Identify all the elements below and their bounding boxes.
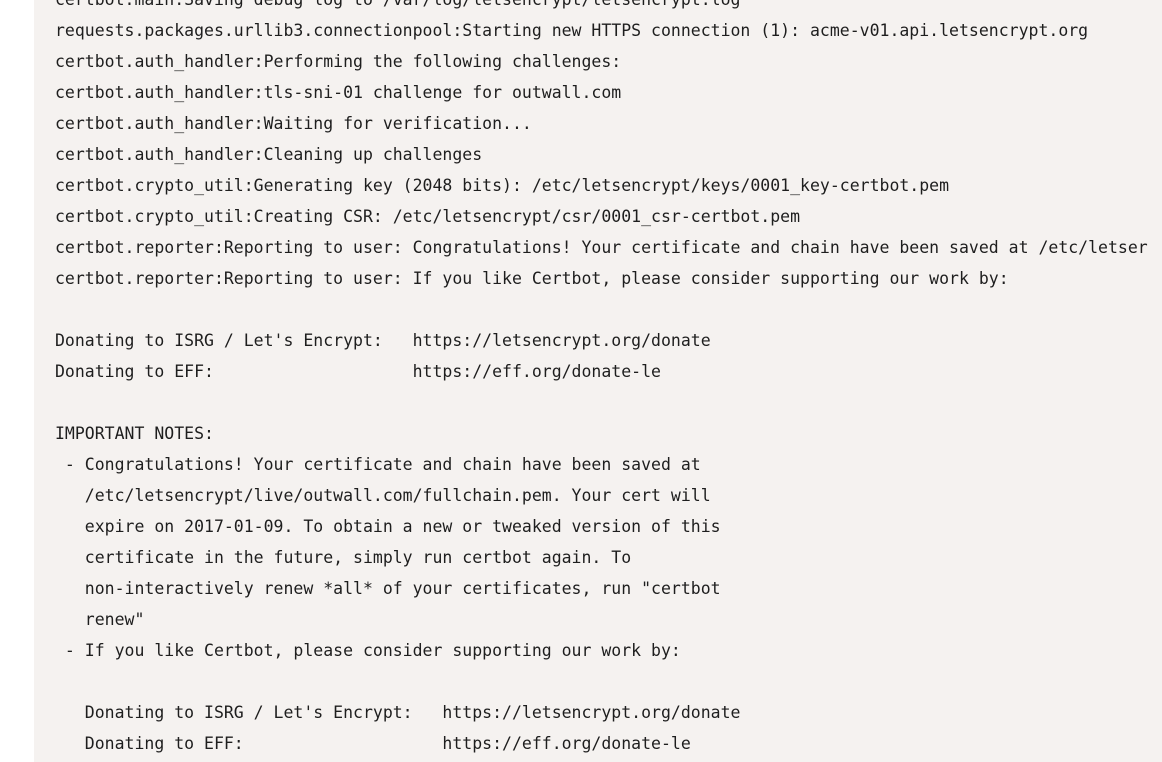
code-lines: certbot.main:Saving debug log to /var/lo… bbox=[55, 0, 1148, 759]
code-line: certbot.main:Saving debug log to /var/lo… bbox=[55, 0, 1148, 15]
code-line: Donating to EFF: https://eff.org/donate-… bbox=[55, 362, 661, 381]
code-line: certbot.crypto_util:Creating CSR: /etc/l… bbox=[55, 207, 801, 226]
code-line: IMPORTANT NOTES: bbox=[55, 424, 214, 443]
code-line: Donating to ISRG / Let's Encrypt: https:… bbox=[55, 703, 741, 722]
code-block: certbot.main:Saving debug log to /var/lo… bbox=[34, 0, 1162, 762]
code-line: - Congratulations! Your certificate and … bbox=[55, 455, 701, 474]
code-line: expire on 2017-01-09. To obtain a new or… bbox=[55, 517, 721, 536]
code-line: certbot.auth_handler:tls-sni-01 challeng… bbox=[55, 83, 622, 102]
code-line: certbot.reporter:Reporting to user: Cong… bbox=[55, 238, 1148, 257]
code-line: Donating to EFF: https://eff.org/donate-… bbox=[55, 734, 691, 753]
code-line: non-interactively renew *all* of your ce… bbox=[55, 579, 721, 598]
code-line: certbot.auth_handler:Cleaning up challen… bbox=[55, 145, 483, 164]
code-line: - If you like Certbot, please consider s… bbox=[55, 641, 681, 660]
code-line: /etc/letsencrypt/live/outwall.com/fullch… bbox=[55, 486, 711, 505]
code-line: requests.packages.urllib3.connectionpool… bbox=[55, 21, 1089, 40]
code-line: certbot.reporter:Reporting to user: If y… bbox=[55, 269, 1009, 288]
code-line: renew" bbox=[55, 610, 145, 629]
code-line: certificate in the future, simply run ce… bbox=[55, 548, 632, 567]
code-line: certbot.auth_handler:Performing the foll… bbox=[55, 52, 622, 71]
code-line: certbot.auth_handler:Waiting for verific… bbox=[55, 114, 532, 133]
code-line: certbot.crypto_util:Generating key (2048… bbox=[55, 176, 950, 195]
code-line: Donating to ISRG / Let's Encrypt: https:… bbox=[55, 331, 711, 350]
